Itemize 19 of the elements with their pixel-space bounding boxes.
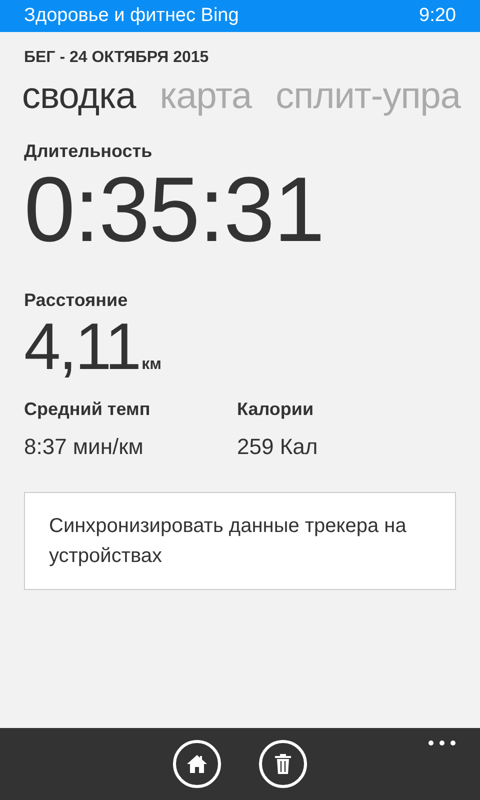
more-icon[interactable] [428, 740, 456, 746]
distance-unit: км [142, 356, 162, 374]
trash-icon [274, 753, 292, 775]
home-icon [186, 754, 208, 774]
home-button[interactable] [173, 740, 221, 788]
stat-label: Средний темп [24, 399, 150, 419]
stat-value: 8:37 мин/км [24, 434, 144, 460]
stat-label: Калории [237, 399, 314, 419]
pivot-tab[interactable]: сводка [22, 75, 136, 117]
distance-value: 4,11 [24, 313, 140, 379]
app-title: Здоровье и фитнес Bing [24, 5, 239, 27]
duration-label: Длительность [24, 141, 154, 162]
sync-button[interactable]: Синхронизировать данные трекера на устройствах [24, 492, 456, 590]
workout-title: БЕГ - 24 ОКТЯБРЯ 2015 [24, 49, 210, 67]
delete-button[interactable] [259, 740, 307, 788]
distance-label: Расстояние [24, 290, 129, 311]
clock-time: 9:20 [419, 5, 456, 27]
duration-value: 0:35:31 [24, 164, 325, 256]
stat-value: 259 Кал [237, 434, 319, 460]
